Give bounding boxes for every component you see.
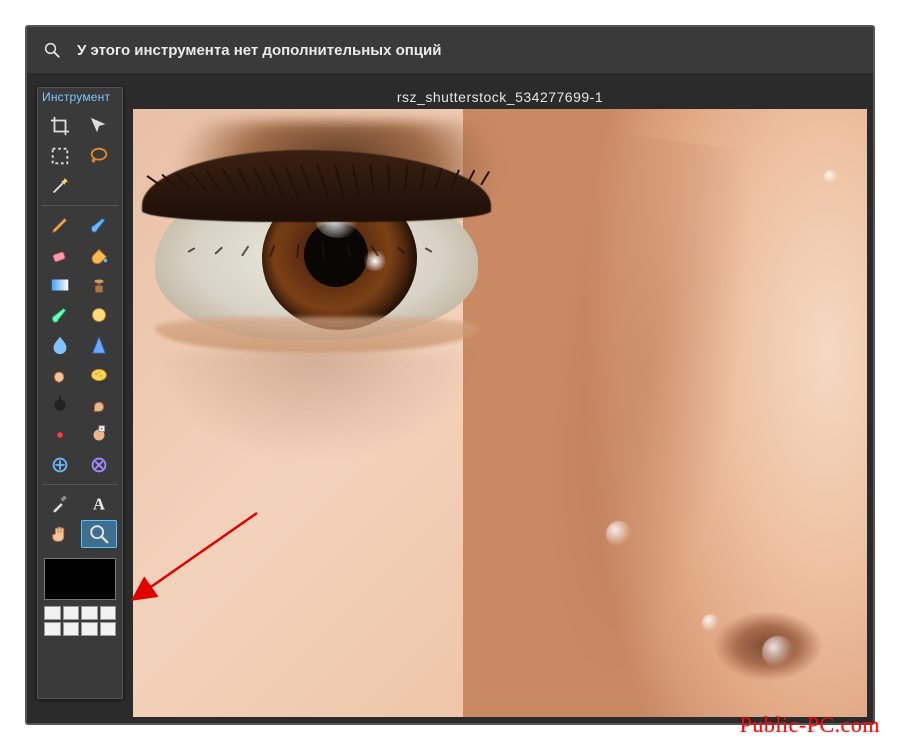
color-swatch[interactable] <box>44 558 116 600</box>
dodge-tool[interactable] <box>42 391 78 419</box>
marquee-icon <box>49 145 71 167</box>
zoom-tool[interactable] <box>81 520 117 548</box>
workspace: Инструмент rsz_shutterstock_534277699-1 <box>27 73 873 723</box>
app-window: У этого инструмента нет дополнительных о… <box>25 25 875 725</box>
spotheal-icon <box>88 424 110 446</box>
hand-icon <box>49 523 71 545</box>
pencil-tool[interactable] <box>42 211 78 239</box>
bucket-tool[interactable] <box>81 241 117 269</box>
lasso-icon <box>88 145 110 167</box>
spotheal-tool[interactable] <box>81 421 117 449</box>
sharpen-icon <box>88 334 110 356</box>
image-content <box>155 352 478 461</box>
canvas[interactable] <box>133 109 867 717</box>
image-content <box>824 170 838 184</box>
colorreplace-tool[interactable] <box>42 301 78 329</box>
image-content <box>606 521 632 547</box>
type-tool[interactable] <box>81 490 117 518</box>
marquee-tool[interactable] <box>42 142 78 170</box>
sharpen-tool[interactable] <box>81 331 117 359</box>
swatch-cell[interactable] <box>81 606 98 620</box>
pinch-tool[interactable] <box>81 451 117 479</box>
brush2-tool[interactable] <box>81 301 117 329</box>
redeye-icon <box>49 424 71 446</box>
zoom-icon <box>43 41 61 59</box>
burn-icon <box>88 394 110 416</box>
gradient-icon <box>49 274 71 296</box>
redeye-tool[interactable] <box>42 421 78 449</box>
options-bar: У этого инструмента нет дополнительных о… <box>27 27 873 74</box>
swatch-cell[interactable] <box>63 622 80 636</box>
pencil-icon <box>49 214 71 236</box>
eyedropper-icon <box>49 493 71 515</box>
sponge-icon <box>88 364 110 386</box>
move-icon <box>88 115 110 137</box>
clone-icon <box>88 274 110 296</box>
smudge-icon <box>49 364 71 386</box>
tools-panel-title: Инструмент <box>38 88 122 110</box>
swatch-cell[interactable] <box>100 606 117 620</box>
eraser-tool[interactable] <box>42 241 78 269</box>
watermark-text: Public-PC.com <box>740 712 880 738</box>
type-icon <box>88 493 110 515</box>
sponge-tool[interactable] <box>81 361 117 389</box>
hand-tool[interactable] <box>42 520 78 548</box>
swatch-grid[interactable] <box>44 606 116 636</box>
swatch-cell[interactable] <box>44 622 61 636</box>
bloat-tool[interactable] <box>42 451 78 479</box>
gradient-tool[interactable] <box>42 271 78 299</box>
move-tool[interactable] <box>81 112 117 140</box>
lasso-tool[interactable] <box>81 142 117 170</box>
image-content <box>155 176 478 340</box>
document-title-bar: rsz_shutterstock_534277699-1 <box>133 87 867 107</box>
wand-tool[interactable] <box>42 172 78 200</box>
brush-tool[interactable] <box>81 211 117 239</box>
wand-icon <box>49 175 71 197</box>
eyedropper-tool[interactable] <box>42 490 78 518</box>
image-content <box>702 614 720 632</box>
clone-tool[interactable] <box>81 271 117 299</box>
bucket-icon <box>88 244 110 266</box>
swatch-cell[interactable] <box>63 606 80 620</box>
brush2-icon <box>88 304 110 326</box>
colorreplace-icon <box>49 304 71 326</box>
options-bar-message: У этого инструмента нет дополнительных о… <box>77 42 441 59</box>
burn-tool[interactable] <box>81 391 117 419</box>
blur-tool[interactable] <box>42 331 78 359</box>
swatch-cell[interactable] <box>81 622 98 636</box>
zoom-icon <box>88 523 110 545</box>
tool-divider <box>42 205 118 206</box>
active-tool-indicator <box>27 41 77 59</box>
swatch-cell[interactable] <box>44 606 61 620</box>
bloat-icon <box>49 454 71 476</box>
swatch-cell[interactable] <box>100 622 117 636</box>
crop-icon <box>49 115 71 137</box>
brush-icon <box>88 214 110 236</box>
dodge-icon <box>49 394 71 416</box>
pinch-icon <box>88 454 110 476</box>
tools-panel: Инструмент <box>37 87 123 699</box>
crop-tool[interactable] <box>42 112 78 140</box>
blur-icon <box>49 334 71 356</box>
tool-divider <box>42 484 118 485</box>
image-content <box>762 636 794 668</box>
eraser-icon <box>49 244 71 266</box>
document-title: rsz_shutterstock_534277699-1 <box>397 89 603 105</box>
smudge-tool[interactable] <box>42 361 78 389</box>
